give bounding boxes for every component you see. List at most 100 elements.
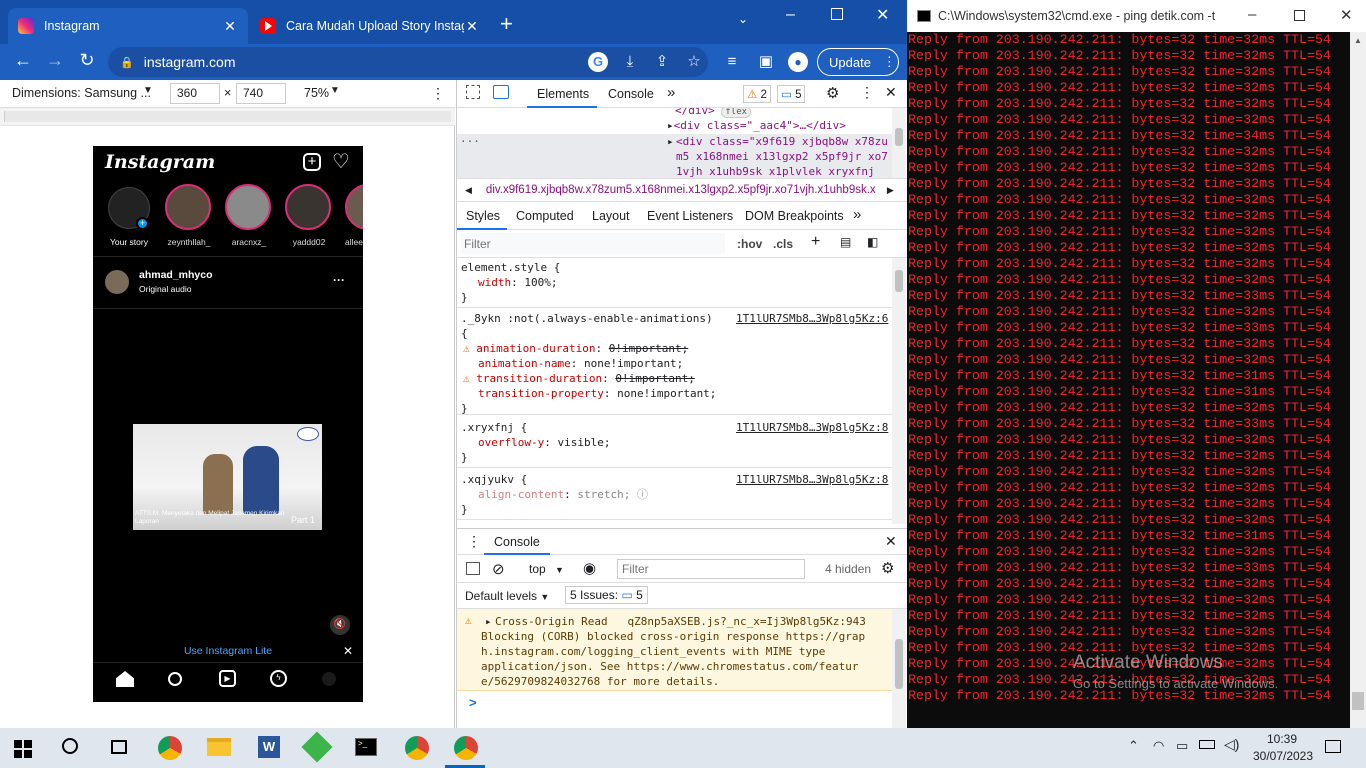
install-icon[interactable]: ⤓	[620, 52, 640, 72]
dom-line-selected[interactable]: ··· ▸ <div class="x9f619 xjbqb8w x78zum5…	[457, 134, 892, 178]
chrome-profile-icon[interactable]	[405, 736, 429, 760]
tab-dom-breakpoints[interactable]: DOM Breakpoints	[745, 209, 844, 223]
maximize-icon[interactable]	[1294, 10, 1305, 21]
tab-console[interactable]: Console	[608, 87, 654, 101]
devtools-menu-icon[interactable]: ⋮	[860, 84, 874, 101]
clear-console-icon[interactable]: ⊘	[492, 560, 505, 578]
expand-triangle-icon[interactable]: ▸	[667, 134, 674, 149]
console-prompt[interactable]: >	[469, 695, 477, 710]
sidebar-toggle-icon[interactable]: ◧	[867, 235, 878, 249]
minimize-icon[interactable]: –	[786, 6, 795, 24]
css-value[interactable]: 100%;	[524, 276, 557, 289]
messenger-icon[interactable]: ϟ	[270, 670, 287, 687]
css-property[interactable]: animation-duration	[476, 342, 595, 355]
device-dimensions-select[interactable]: Dimensions: Samsung ...	[12, 86, 151, 100]
post-more-icon[interactable]: ···	[333, 273, 345, 287]
dom-scrollbar[interactable]	[892, 108, 906, 178]
breadcrumb-right-icon[interactable]: ▶	[887, 185, 894, 196]
cmd-output[interactable]: Reply from 203.190.242.211: bytes=32 tim…	[907, 32, 1350, 728]
profile-avatar-icon[interactable]	[322, 672, 336, 686]
console-sidebar-icon[interactable]	[466, 562, 480, 575]
google-icon[interactable]: G	[588, 52, 608, 72]
new-tab-button[interactable]: +	[500, 12, 513, 36]
close-window-icon[interactable]: ✕	[1340, 6, 1353, 24]
address-bar[interactable]: 🔒 instagram.com	[108, 47, 708, 77]
file-explorer-icon[interactable]	[207, 738, 231, 756]
css-value[interactable]: visible;	[557, 436, 610, 449]
css-value[interactable]: 0!important;	[609, 342, 688, 355]
reload-icon[interactable]: ↻	[71, 50, 103, 71]
messages-badge[interactable]: ▭ 5	[777, 85, 806, 103]
zoom-select[interactable]: 75%	[304, 86, 329, 100]
close-window-icon[interactable]: ✕	[876, 5, 889, 25]
css-value[interactable]: stretch;	[577, 488, 630, 501]
console-warning-message[interactable]: ⚠ ▸ Cross-Origin Read qZ8np5aXSEB.js?_nc…	[457, 609, 892, 691]
notifications-icon[interactable]	[1325, 740, 1341, 753]
forward-icon[interactable]: →	[39, 50, 71, 71]
css-property[interactable]: transition-property	[478, 387, 604, 400]
wifi-icon[interactable]: ◠	[1153, 738, 1164, 754]
heart-icon[interactable]: ♡	[332, 149, 350, 174]
tab-event-listeners[interactable]: Event Listeners	[647, 209, 733, 223]
close-tab-icon[interactable]: ✕	[464, 18, 480, 35]
update-button[interactable]: Update ⋮	[817, 48, 899, 76]
post-avatar[interactable]	[105, 270, 129, 294]
console-scrollbar[interactable]	[892, 609, 906, 728]
tab-search-icon[interactable]: ⌄	[738, 12, 748, 26]
console-filter-input[interactable]	[617, 559, 805, 579]
style-rule[interactable]: .xryxfnj { 1T1lUR7SMb8…3Wp8lg5Kz:8 overf…	[457, 420, 892, 468]
battery-icon[interactable]	[1199, 740, 1215, 749]
use-lite-link[interactable]: Use Instagram Lite	[93, 645, 363, 657]
dom-line[interactable]: ▸<div class="_aac4">…</div>	[667, 118, 846, 133]
more-tabs-icon[interactable]: »	[667, 84, 675, 101]
post-username[interactable]: ahmad_mhyco	[139, 269, 213, 281]
story-avatar[interactable]	[345, 184, 363, 230]
log-levels-select[interactable]: Default levels ▼	[465, 589, 549, 603]
breadcrumb-path[interactable]: div.x9f619.xjbqb8w.x78zum5.x168nmei.x13l…	[486, 184, 881, 196]
styles-filter-input[interactable]	[461, 233, 725, 254]
inspect-icon[interactable]	[466, 85, 480, 99]
settings-gear-icon[interactable]: ⚙	[826, 84, 839, 102]
bookmark-star-icon[interactable]: ☆	[684, 52, 704, 72]
close-tab-icon[interactable]: ✕	[222, 18, 238, 35]
live-expression-eye-icon[interactable]: ◉	[583, 559, 596, 577]
rule-source-link[interactable]: 1T1lUR7SMb8…3Wp8lg5Kz:8	[736, 472, 888, 487]
cmd-taskbar-icon[interactable]: >_	[355, 738, 377, 756]
home-icon[interactable]	[116, 671, 134, 687]
width-input[interactable]: 360	[170, 83, 220, 104]
reels-icon[interactable]: ▶	[219, 670, 236, 687]
post-audio[interactable]: Original audio	[139, 284, 191, 294]
tab-layout[interactable]: Layout	[592, 209, 630, 223]
clock-date[interactable]: 30/07/2023	[1248, 749, 1318, 763]
clock-time[interactable]: 10:39	[1262, 732, 1302, 746]
share-icon[interactable]: ⇪	[652, 52, 672, 72]
css-value[interactable]: 0!important;	[615, 372, 694, 385]
css-property[interactable]: transition-duration	[476, 372, 602, 385]
post-video[interactable]: ATTS.M. Menyetaka dan Melipat Jasamen Ki…	[133, 424, 322, 530]
minimize-icon[interactable]: –	[1248, 6, 1256, 23]
css-property[interactable]: width	[478, 276, 511, 289]
new-rule-icon[interactable]: +	[811, 233, 820, 251]
side-panel-icon[interactable]: ▣	[756, 52, 776, 72]
search-icon[interactable]	[168, 672, 182, 686]
css-property[interactable]: animation-name	[478, 357, 571, 370]
cmd-scrollbar[interactable]: ▲ ▼	[1350, 32, 1366, 728]
style-rule[interactable]: .xqjyukv { 1T1lUR7SMb8…3Wp8lg5Kz:8 align…	[457, 472, 892, 520]
windows-start-icon[interactable]	[14, 740, 32, 758]
tab-elements[interactable]: Elements	[537, 87, 589, 101]
tab-youtube[interactable]: Cara Mudah Upload Story Instagr ✕	[250, 8, 490, 44]
mute-icon[interactable]: 🔇	[330, 615, 350, 635]
cls-toggle[interactable]: .cls	[773, 237, 793, 251]
context-select[interactable]: top ▼	[529, 562, 564, 576]
story-avatar[interactable]	[225, 184, 271, 230]
console-drawer-tab[interactable]: Console	[494, 535, 540, 549]
network-icon[interactable]: ▭	[1176, 738, 1188, 754]
more-tabs-icon[interactable]: »	[853, 206, 861, 223]
word-icon[interactable]: W	[258, 736, 280, 758]
style-rule[interactable]: ._8ykn :not(.always-enable-animations) 1…	[457, 311, 892, 415]
styles-scrollbar[interactable]	[892, 258, 906, 524]
breadcrumb-left-icon[interactable]: ◀	[465, 185, 472, 196]
tab-computed[interactable]: Computed	[516, 209, 574, 223]
css-value[interactable]: none!important;	[584, 357, 683, 370]
device-toggle-icon[interactable]	[493, 85, 509, 99]
